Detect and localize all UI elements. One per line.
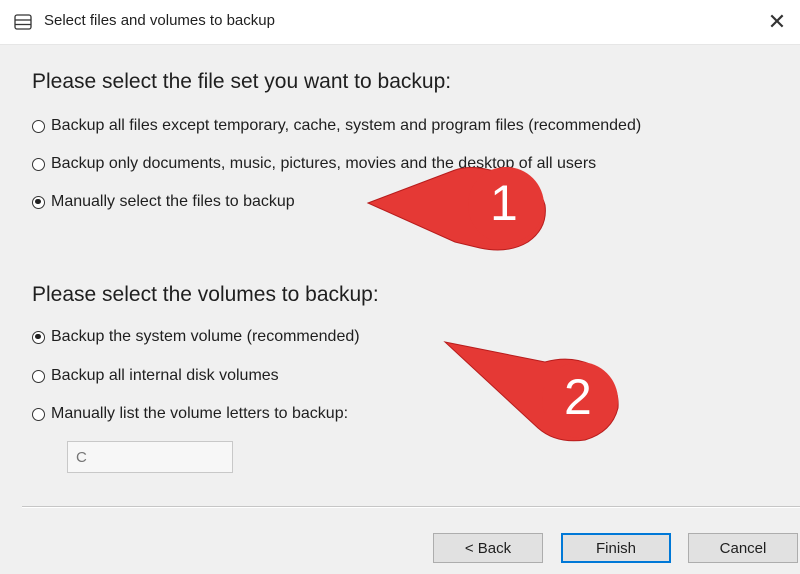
close-button[interactable]: ✕ bbox=[754, 0, 800, 44]
option-label: Manually select the files to backup bbox=[51, 193, 295, 210]
option-label: Backup the system volume (recommended) bbox=[51, 328, 360, 345]
callout-number-1: 1 bbox=[490, 175, 518, 231]
database-icon bbox=[14, 14, 32, 30]
back-button[interactable]: < Back bbox=[433, 533, 543, 563]
option-label: Backup all internal disk volumes bbox=[51, 367, 279, 384]
file-set-option-all-files[interactable]: Backup all files except temporary, cache… bbox=[32, 115, 641, 137]
title-bar: Select files and volumes to backup ✕ bbox=[0, 0, 800, 45]
radio-button[interactable] bbox=[32, 119, 45, 133]
dialog-content: Please select the file set you want to b… bbox=[0, 45, 800, 574]
radio-button[interactable] bbox=[32, 407, 45, 421]
close-icon: ✕ bbox=[767, 9, 787, 34]
callout-number-2: 2 bbox=[564, 369, 592, 425]
finish-button[interactable]: Finish bbox=[561, 533, 671, 563]
volume-letters-input[interactable] bbox=[67, 441, 233, 473]
volume-option-manual-letters[interactable]: Manually list the volume letters to back… bbox=[32, 403, 348, 425]
radio-button-selected[interactable] bbox=[32, 195, 45, 209]
window-title: Select files and volumes to backup bbox=[44, 12, 275, 29]
radio-button-selected[interactable] bbox=[32, 330, 45, 344]
file-set-heading: Please select the file set you want to b… bbox=[32, 70, 452, 93]
radio-button[interactable] bbox=[32, 369, 45, 383]
option-label: Manually list the volume letters to back… bbox=[51, 405, 349, 422]
option-label: Backup only documents, music, pictures, … bbox=[51, 155, 597, 172]
volumes-heading: Please select the volumes to backup: bbox=[32, 283, 379, 306]
volume-option-system[interactable]: Backup the system volume (recommended) bbox=[32, 326, 360, 348]
file-set-option-manual[interactable]: Manually select the files to backup bbox=[32, 191, 295, 213]
cancel-button[interactable]: Cancel bbox=[688, 533, 798, 563]
volume-option-all-internal[interactable]: Backup all internal disk volumes bbox=[32, 365, 279, 387]
file-set-option-documents[interactable]: Backup only documents, music, pictures, … bbox=[32, 153, 596, 175]
divider bbox=[22, 506, 800, 508]
option-label: Backup all files except temporary, cache… bbox=[51, 117, 642, 134]
radio-button[interactable] bbox=[32, 157, 45, 171]
